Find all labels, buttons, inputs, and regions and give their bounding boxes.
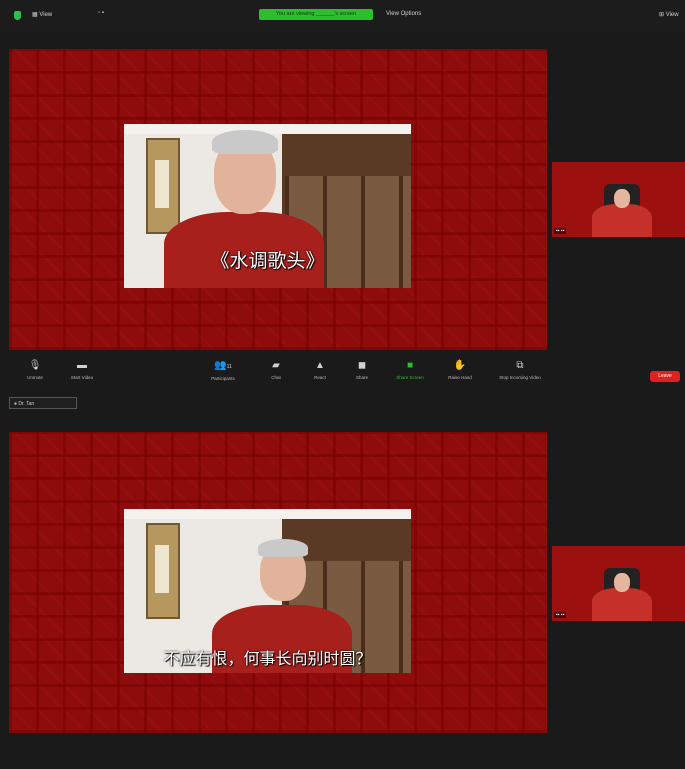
participant-name-tag: ● Dr. Tan — [9, 397, 77, 409]
share-button[interactable]: ◼ Share — [348, 357, 376, 380]
leave-button[interactable]: Leave — [650, 371, 680, 382]
share-icon: ◼ — [357, 360, 367, 371]
view-selector[interactable]: ▦ View — [32, 11, 52, 18]
raise-hand-button[interactable]: ✋ Raise Hand — [440, 357, 480, 380]
share-screen-button[interactable]: ■ Share Screen — [388, 357, 432, 380]
security-shield-icon[interactable] — [14, 11, 21, 20]
unmute-button[interactable]: 🎙 Unmute — [20, 357, 50, 380]
stop-incoming-video-button[interactable]: ⧉ Stop Incoming Video — [488, 357, 552, 380]
microphone-icon: 🎙 — [28, 360, 42, 371]
participant-thumbnail[interactable]: ▪▪ ▪▪ — [552, 162, 685, 237]
top-bar: ▦ View ▫ ▪ You are viewing ______'s scre… — [0, 0, 685, 32]
react-button[interactable]: ▲ React — [306, 357, 334, 380]
chat-icon: ▰ — [272, 360, 280, 371]
stop-video-icon: ⧉ — [516, 360, 524, 371]
shared-screen-bottom: 不应有恨，何事长向别时圆？ — [9, 432, 547, 733]
window-controls[interactable]: ▫ ▪ — [98, 10, 104, 16]
participants-icon: 👥11 — [214, 360, 232, 371]
raise-hand-icon: ✋ — [453, 360, 467, 371]
screen-share-banner: You are viewing ______'s screen — [259, 9, 373, 20]
calligraphy-scroll — [146, 138, 180, 234]
view-button[interactable]: ⊞ View — [659, 11, 679, 18]
video-subtitle: 《水调歌头》 — [210, 250, 325, 272]
speaker-hair — [258, 539, 308, 557]
shared-screen-top: 《水调歌头》 — [9, 49, 547, 350]
calligraphy-scroll — [146, 523, 180, 619]
share-screen-icon: ■ — [406, 360, 414, 371]
video-camera-icon: ▬ — [77, 360, 87, 371]
participant-thumbnail[interactable]: ▪▪ ▪▪ — [552, 546, 685, 621]
view-options-button[interactable]: View Options — [386, 11, 421, 17]
shared-video-frame: 《水调歌头》 — [124, 124, 411, 288]
react-icon: ▲ — [315, 360, 325, 371]
chat-button[interactable]: ▰ Chat — [262, 357, 290, 380]
video-subtitle: 不应有恨，何事长向别时圆？ — [163, 649, 372, 668]
participants-button[interactable]: 👥11 Participants — [200, 357, 246, 381]
participant-name: ▪▪ ▪▪ — [554, 228, 567, 234]
start-video-button[interactable]: ▬ Start Video — [62, 357, 102, 380]
participant-name: ▪▪ ▪▪ — [554, 612, 567, 618]
meeting-toolbar: 🎙 Unmute ▬ Start Video 👥11 Participants … — [0, 357, 685, 395]
shared-video-frame: 不应有恨，何事长向别时圆？ — [124, 509, 411, 673]
speaker-hair — [212, 130, 278, 154]
